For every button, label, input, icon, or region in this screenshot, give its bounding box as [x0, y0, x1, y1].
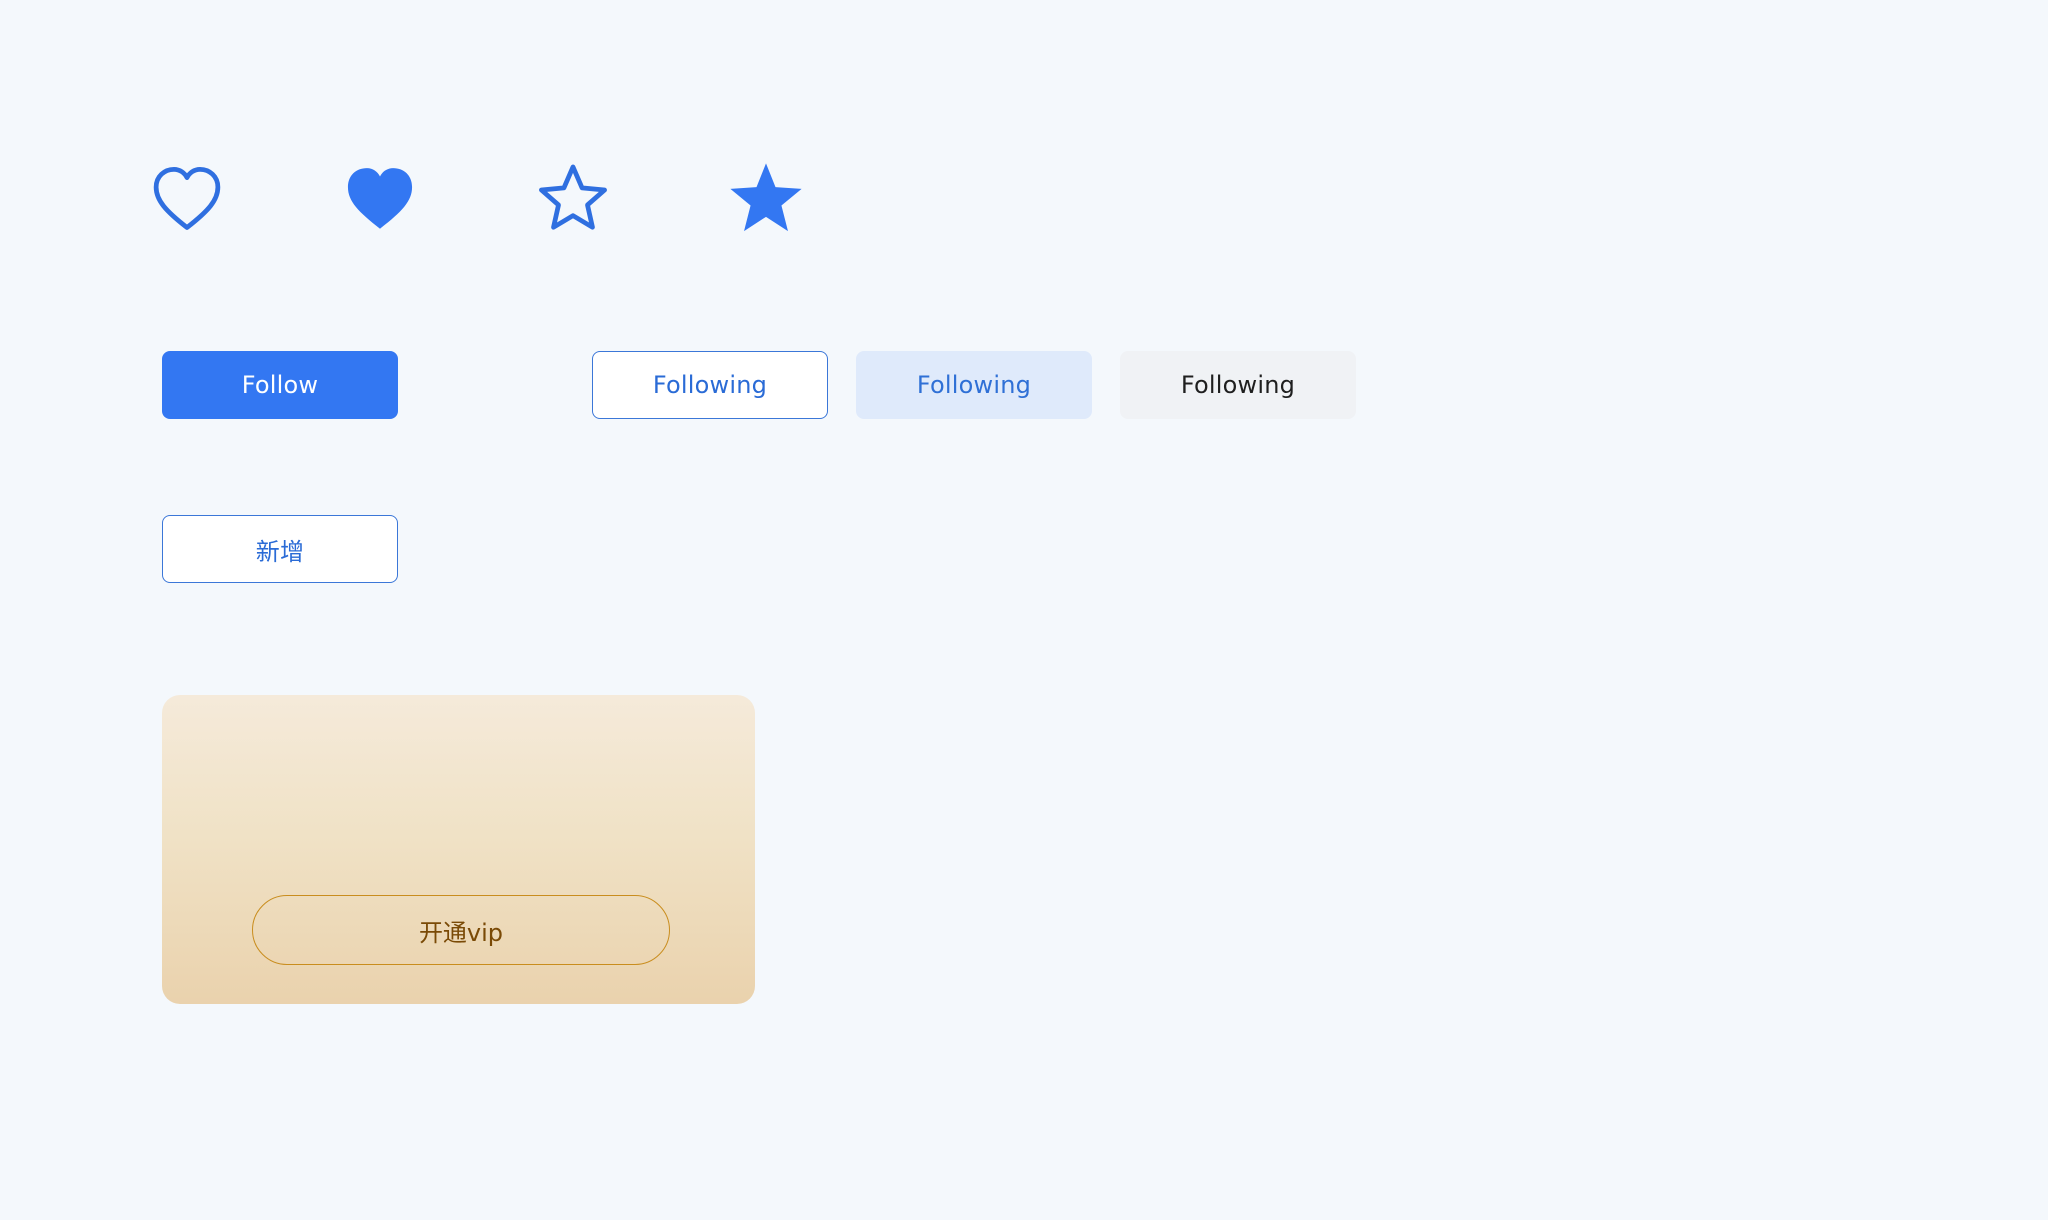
following-outline-button[interactable]: Following [592, 351, 828, 419]
add-button[interactable]: 新增 [162, 515, 398, 583]
star-filled-icon[interactable] [728, 161, 804, 237]
heart-filled-icon[interactable] [342, 161, 418, 237]
star-outline-icon[interactable] [535, 161, 611, 237]
follow-button[interactable]: Follow [162, 351, 398, 419]
following-grey-button[interactable]: Following [1120, 351, 1356, 419]
vip-card: 开通vip [162, 695, 755, 1004]
heart-outline-icon[interactable] [149, 161, 225, 237]
open-vip-button[interactable]: 开通vip [252, 895, 670, 965]
following-tinted-button[interactable]: Following [856, 351, 1092, 419]
